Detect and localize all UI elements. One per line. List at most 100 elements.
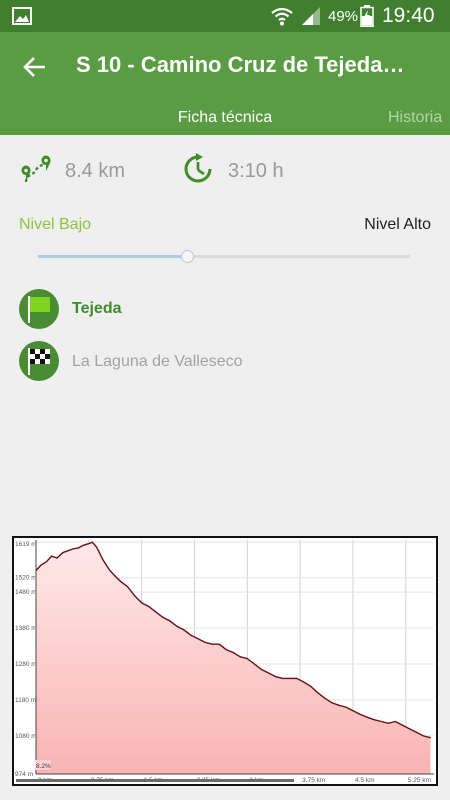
duration-value: 3:10 h	[228, 160, 284, 182]
elevation-point	[176, 625, 178, 627]
finish-flag-icon	[19, 341, 59, 381]
elevation-point	[310, 685, 312, 687]
level-high-label: Nivel Alto	[364, 216, 431, 233]
elevation-point	[267, 672, 270, 674]
elevation-point	[331, 702, 333, 704]
elevation-point	[141, 602, 143, 604]
elevation-point	[148, 605, 150, 608]
elevation-point	[387, 722, 389, 724]
y-tick-label: 1380 m	[15, 625, 37, 632]
elevation-point	[324, 697, 326, 699]
y-tick-label: 1280 m	[15, 661, 37, 668]
tab-bar: Ficha técnica Historia	[0, 102, 450, 135]
elevation-point	[183, 629, 185, 631]
elevation-point	[50, 555, 53, 557]
distance-value: 8.4 km	[65, 160, 126, 182]
y-tick-label: 1180 m	[15, 697, 36, 704]
elevation-point	[105, 564, 108, 566]
elevation-point	[102, 559, 104, 561]
app-bar: S 10 - Camino Cruz de Tejeda…	[0, 32, 450, 102]
signal-icon	[302, 7, 320, 25]
tab-historia[interactable]: Historia	[388, 109, 442, 127]
elevation-point	[232, 651, 234, 654]
elevation-point	[62, 551, 64, 554]
start-flag-icon	[19, 289, 59, 329]
elevation-point	[366, 716, 368, 718]
elevation-point	[408, 728, 410, 730]
elevation-point	[401, 724, 403, 726]
elevation-point	[126, 586, 129, 588]
elevation-point	[40, 564, 42, 566]
difficulty-slider	[38, 250, 410, 263]
y-tick-label: 974 m	[15, 771, 33, 778]
elevation-point	[303, 681, 305, 683]
elevation-point	[373, 719, 375, 721]
elevation-point	[119, 580, 122, 582]
tab-ficha-tecnica[interactable]: Ficha técnica	[160, 109, 290, 127]
elevation-area	[36, 542, 431, 774]
elevation-point	[169, 620, 171, 622]
elevation-point	[114, 575, 116, 577]
status-clock: 19:40	[382, 4, 435, 27]
elevation-point	[67, 550, 69, 552]
wifi-icon	[271, 7, 293, 26]
elevation-point	[296, 677, 298, 679]
elevation-point	[162, 616, 164, 618]
elevation-point	[422, 735, 425, 737]
elevation-point	[246, 658, 248, 660]
slope-annotation: 8.2%	[36, 763, 51, 770]
elevation-point	[359, 713, 361, 715]
level-low-label: Nivel Bajo	[19, 216, 92, 233]
elevation-point	[394, 720, 396, 723]
route-end-name: La Laguna de Valleseco	[72, 353, 243, 370]
elevation-point	[415, 731, 417, 733]
elevation-point	[345, 706, 347, 708]
elevation-point	[338, 704, 340, 706]
page-title: S 10 - Camino Cruz de Tejeda…	[76, 52, 405, 77]
elevation-point	[95, 546, 98, 548]
y-tick-label: 1480 m	[15, 589, 37, 596]
elevation-point	[72, 548, 74, 550]
elevation-point	[380, 720, 382, 723]
elevation-point	[56, 557, 58, 559]
elevation-point	[281, 677, 284, 679]
elevation-point	[352, 710, 354, 712]
battery-charging-icon	[360, 5, 374, 27]
elevation-point	[274, 675, 277, 678]
difficulty-slider-thumb	[180, 250, 194, 263]
y-tick-label: 1520 m	[15, 575, 37, 582]
difficulty-slider-fill	[38, 255, 187, 258]
route-distance-icon	[21, 155, 51, 183]
gallery-icon	[12, 7, 32, 25]
y-tick-label: 1080 m	[15, 733, 37, 740]
elevation-point	[253, 663, 255, 665]
elevation-point	[45, 560, 48, 563]
elevation-point	[88, 542, 90, 545]
elevation-point	[190, 634, 192, 636]
clock-icon	[184, 153, 212, 183]
elevation-point	[109, 569, 111, 572]
elevation-point	[225, 649, 227, 651]
route-start-name: Tejeda	[72, 300, 122, 317]
elevation-point	[91, 541, 93, 543]
elevation-point	[429, 737, 432, 739]
x-tick-label: 4.5 km	[355, 777, 375, 784]
chart-scrollbar[interactable]	[16, 779, 294, 782]
elevation-point	[155, 611, 157, 613]
elevation-point	[204, 641, 206, 644]
status-bar: 49% 19:40	[0, 0, 450, 32]
elevation-point	[260, 668, 263, 671]
elevation-point	[218, 643, 220, 645]
elevation-point	[82, 544, 84, 546]
back-arrow-icon[interactable]	[22, 54, 48, 80]
elevation-point	[211, 643, 213, 645]
x-tick-label: 3.75 km	[302, 777, 325, 784]
elevation-point	[197, 638, 199, 640]
elevation-profile-chart[interactable]: 1619 m 1520 m 1480 m 1380 m 1280 m 1180 m 1080…	[12, 536, 438, 786]
y-tick-label: 1619 m	[15, 541, 37, 548]
elevation-point	[134, 595, 136, 597]
x-tick-label: 5.25 km	[408, 777, 431, 784]
elevation-point	[98, 551, 100, 554]
elevation-point	[317, 692, 319, 694]
elevation-profile-plot: 1619 m 1520 m 1480 m 1380 m 1280 m 1180 m 1080…	[15, 540, 434, 784]
